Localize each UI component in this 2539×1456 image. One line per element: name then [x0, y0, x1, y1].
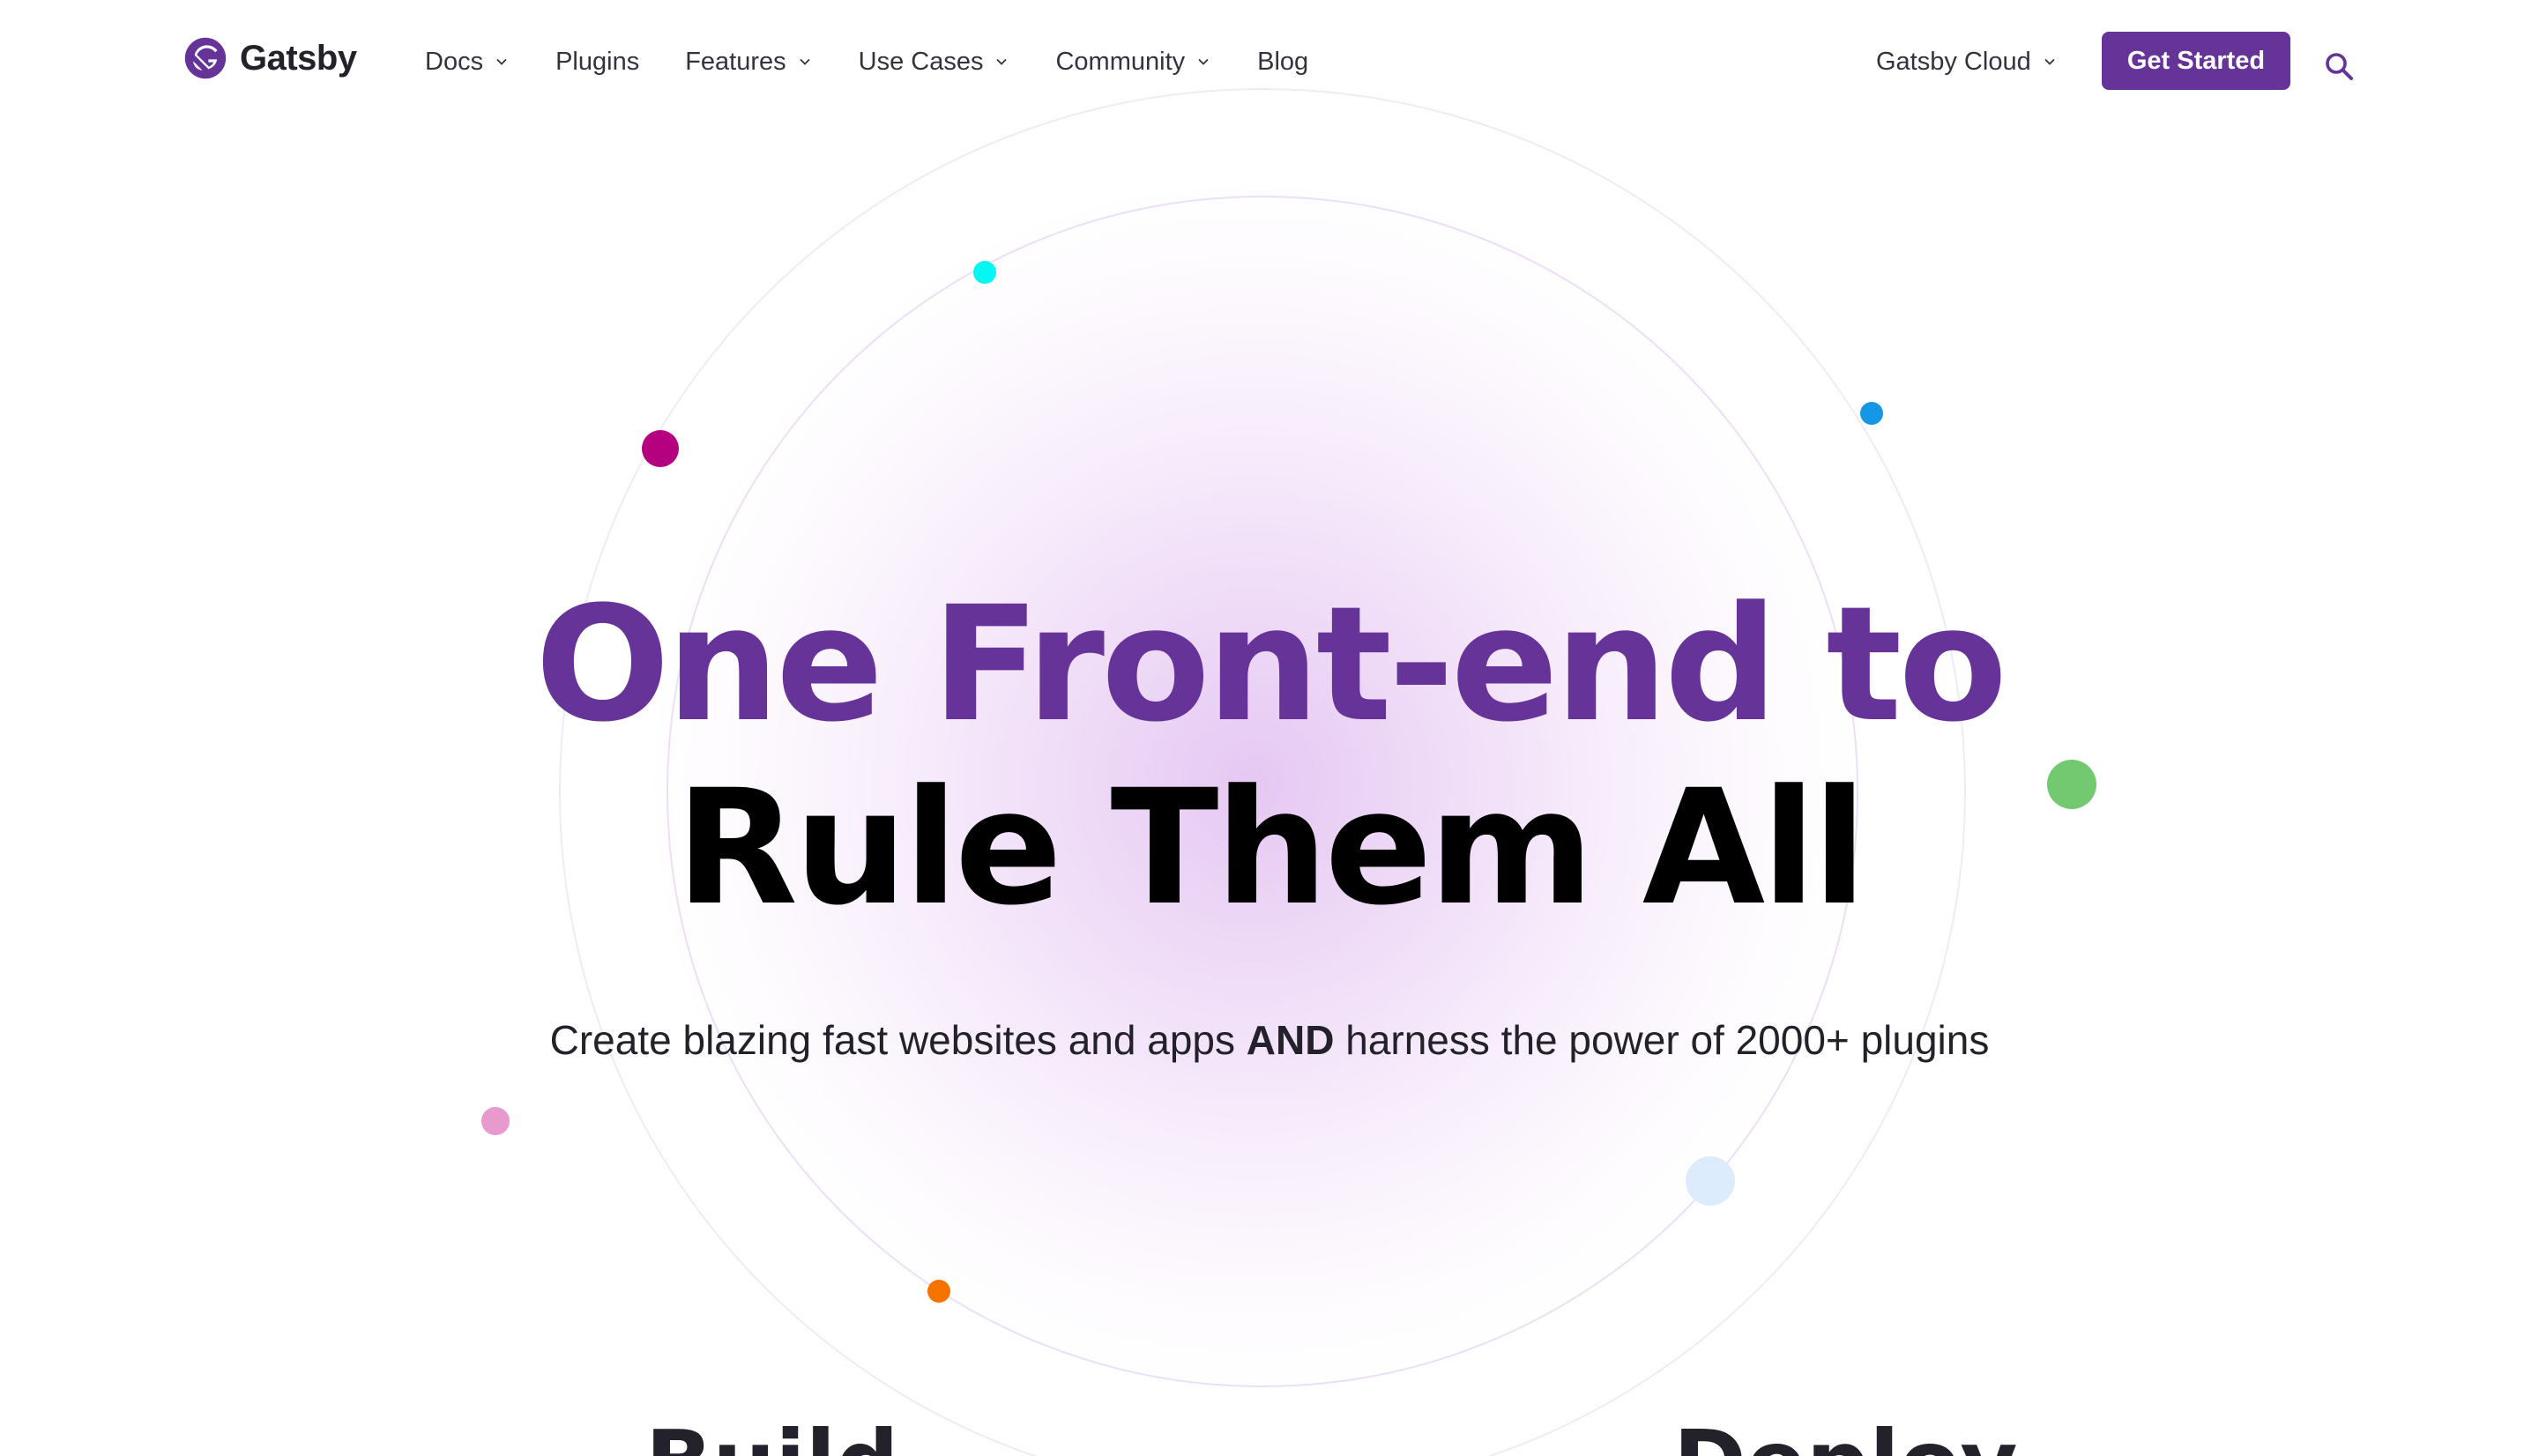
brand-name: Gatsby — [240, 38, 357, 78]
orbit-dot-orange — [927, 1280, 950, 1303]
gatsby-logo-icon — [183, 36, 227, 80]
get-started-button[interactable]: Get Started — [2102, 32, 2290, 90]
nav-item-label: Community — [1055, 47, 1186, 76]
hero-headline-line2: Rule Them All — [675, 756, 1866, 940]
gatsby-cloud-label: Gatsby Cloud — [1876, 47, 2031, 76]
nav-item-community[interactable]: Community — [1055, 48, 1211, 77]
search-icon[interactable] — [2322, 49, 2357, 85]
nav-item-use-cases[interactable]: Use Cases — [859, 48, 1010, 77]
chevron-down-icon — [797, 54, 813, 70]
top-navigation-bar: Gatsby Docs Plugins Features Use Cases C… — [0, 0, 2539, 123]
hero-subtitle: Create blazing fast websites and apps AN… — [0, 1014, 2539, 1066]
nav-item-docs[interactable]: Docs — [425, 48, 510, 77]
chevron-down-icon — [994, 54, 1009, 70]
orbit-dot-pink — [481, 1107, 510, 1135]
nav-item-label: Features — [685, 47, 786, 76]
orbit-dot-cyan — [973, 261, 996, 284]
chevron-down-icon — [2042, 54, 2058, 70]
gatsby-cloud-menu[interactable]: Gatsby Cloud — [1876, 42, 2058, 81]
hero-subtitle-text: Create blazing fast websites and apps — [549, 1017, 1247, 1063]
orbit-dot-lightblue — [1686, 1156, 1735, 1206]
nav-item-features[interactable]: Features — [685, 48, 812, 77]
hero-subtitle-text: harness the power of 2000+ plugins — [1334, 1017, 1990, 1063]
chevron-down-icon — [1195, 54, 1211, 70]
nav-item-label: Plugins — [555, 47, 640, 76]
nav-item-label: Use Cases — [858, 47, 984, 76]
orbit-dot-magenta — [642, 430, 679, 467]
nav-item-plugins[interactable]: Plugins — [555, 48, 639, 77]
hero-headline-line1: One Front-end to — [534, 573, 2007, 757]
chevron-down-icon — [494, 54, 510, 70]
nav-item-label: Blog — [1257, 47, 1309, 76]
deploy-section-heading: Deploy — [1673, 1410, 2018, 1456]
nav-item-blog[interactable]: Blog — [1257, 48, 1308, 77]
gatsby-home-link[interactable]: Gatsby — [183, 33, 357, 83]
nav-item-label: Docs — [425, 47, 484, 76]
hero-subtitle-emphasis: AND — [1246, 1017, 1335, 1063]
orbit-dot-blue — [1860, 402, 1883, 425]
main-nav: Docs Plugins Features Use Cases Communit… — [425, 42, 1354, 81]
gatsby-homepage: Gatsby Docs Plugins Features Use Cases C… — [0, 0, 2539, 1456]
build-section-heading: Build — [645, 1410, 899, 1456]
